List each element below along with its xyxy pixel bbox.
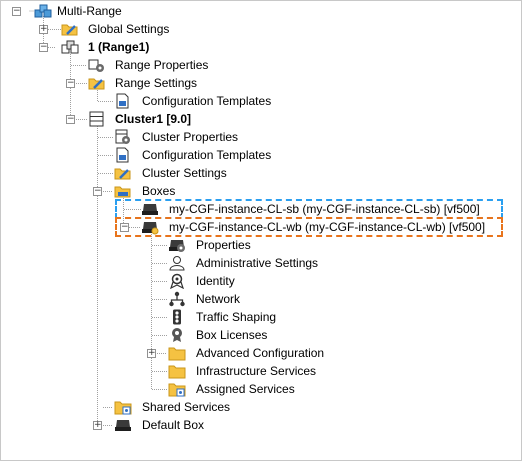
tree-node-cluster-properties[interactable]: Cluster Properties [1,128,521,146]
tree-label: Default Box [142,418,205,432]
template-document-icon [114,147,132,163]
settings-folder-icon [61,21,79,37]
tree-node-range1[interactable]: − 1 (Range1) [1,38,521,56]
collapse-toggle[interactable]: − [66,79,75,88]
tree-label: Global Settings [88,22,170,36]
collapse-toggle[interactable]: − [66,115,75,124]
tree-label: Cluster1 [9.0] [115,112,192,126]
tree-label: my-CGF-instance-CL-wb (my-CGF-instance-C… [169,220,486,234]
tree-node-identity[interactable]: Identity [1,272,521,290]
tree-node-assigned-services[interactable]: Assigned Services [1,380,521,398]
tree-label: Multi-Range [57,4,122,18]
tree-label: Network [196,292,241,306]
tree-node-infrastructure-services[interactable]: Infrastructure Services [1,362,521,380]
network-icon [168,291,186,307]
expand-toggle[interactable]: + [147,349,156,358]
tree-panel: − Multi-Range + Global Settings − 1 (Ran… [0,0,522,461]
tree-label: Cluster Settings [142,166,227,180]
tree-node-boxes[interactable]: − Boxes [1,182,521,200]
tree-node-cluster-configuration-templates[interactable]: Configuration Templates [1,146,521,164]
admin-user-icon [168,255,186,271]
tree-node-properties[interactable]: Properties [1,236,521,254]
tree-node-administrative-settings[interactable]: Administrative Settings [1,254,521,272]
collapse-toggle[interactable]: − [12,7,21,16]
tree-label: Infrastructure Services [196,364,317,378]
tree-node-network[interactable]: Network [1,290,521,308]
tree-label: Boxes [142,184,176,198]
box-device-icon [114,417,132,433]
folder-icon [168,345,186,361]
tree-label: 1 (Range1) [88,40,150,54]
tree-label: Traffic Shaping [196,310,277,324]
box-device-icon [141,219,159,235]
tree-node-box-sb[interactable]: my-CGF-instance-CL-sb (my-CGF-instance-C… [1,200,521,218]
tree-node-advanced-configuration[interactable]: + Advanced Configuration [1,344,521,362]
tree-label: Range Properties [115,58,209,72]
tree-label: Configuration Templates [142,148,272,162]
tree-node-box-wb[interactable]: − my-CGF-instance-CL-wb (my-CGF-instance… [1,218,521,236]
tree-label: my-CGF-instance-CL-sb (my-CGF-instance-C… [169,202,480,216]
tree-node-range-settings[interactable]: − Range Settings [1,74,521,92]
tree-label: Configuration Templates [142,94,272,108]
tree-node-multi-range[interactable]: − Multi-Range [1,2,521,20]
collapse-toggle[interactable]: − [120,223,129,232]
traffic-light-icon [168,309,186,325]
collapse-toggle[interactable]: − [39,43,48,52]
properties-gear-icon [168,237,186,253]
template-document-icon [114,93,132,109]
box-device-icon [141,201,159,217]
range-icon [61,39,79,55]
tree-node-range-configuration-templates[interactable]: Configuration Templates [1,92,521,110]
tree-label: Shared Services [142,400,231,414]
tree-node-cluster1[interactable]: − Cluster1 [9.0] [1,110,521,128]
tree-node-cluster-settings[interactable]: Cluster Settings [1,164,521,182]
tree-label: Properties [196,238,251,252]
expand-toggle[interactable]: + [93,421,102,430]
tree-node-default-box[interactable]: + Default Box [1,416,521,434]
folder-icon [168,363,186,379]
tree-node-range-properties[interactable]: Range Properties [1,56,521,74]
tree-label: Administrative Settings [196,256,319,270]
tree-label: Advanced Configuration [196,346,325,360]
tree-label: Identity [196,274,235,288]
license-seal-icon [168,327,186,343]
cluster-properties-icon [114,129,132,145]
tree-label: Assigned Services [196,382,295,396]
tree-node-box-licenses[interactable]: Box Licenses [1,326,521,344]
expand-toggle[interactable]: + [39,25,48,34]
tree-node-shared-services[interactable]: Shared Services [1,398,521,416]
tree-label: Cluster Properties [142,130,239,144]
identity-badge-icon [168,273,186,289]
services-folder-icon [114,399,132,415]
tree-label: Box Licenses [196,328,268,342]
tree-label: Range Settings [115,76,198,90]
boxes-folder-icon [114,183,132,199]
multi-range-icon [34,3,52,19]
services-folder-icon [168,381,186,397]
tree-node-global-settings[interactable]: + Global Settings [1,20,521,38]
tree-node-traffic-shaping[interactable]: Traffic Shaping [1,308,521,326]
collapse-toggle[interactable]: − [93,187,102,196]
range-properties-icon [88,57,106,73]
cluster-icon [88,111,106,127]
settings-folder-icon [88,75,106,91]
settings-folder-icon [114,165,132,181]
